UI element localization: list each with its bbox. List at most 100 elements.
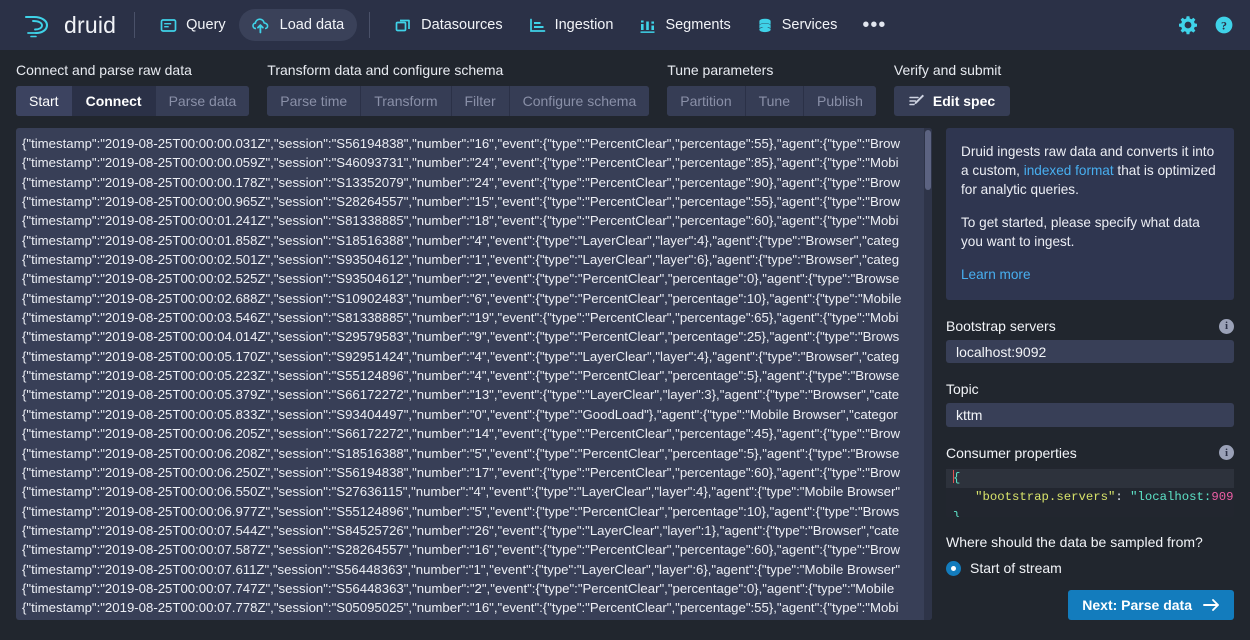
datasources-icon	[395, 17, 412, 34]
step-button-parse-time[interactable]: Parse time	[267, 86, 361, 116]
help-icon[interactable]: ?	[1214, 15, 1234, 35]
consumer-code-open-brace: {	[953, 471, 960, 485]
raw-data-line: {"timestamp":"2019-08-25T00:00:06.208Z",…	[22, 444, 932, 463]
side-panel: Druid ingests raw data and converts it i…	[946, 128, 1234, 620]
consumer-code-close-brace: }	[953, 510, 960, 518]
arrow-right-icon	[1203, 598, 1220, 612]
step-button-tune[interactable]: Tune	[746, 86, 804, 116]
learn-more-link[interactable]: Learn more	[961, 267, 1031, 282]
brand-name: druid	[64, 12, 116, 39]
nav-label-datasources: Datasources	[421, 17, 502, 33]
main-content: {"timestamp":"2019-08-25T00:00:00.031Z",…	[0, 116, 1250, 620]
bootstrap-servers-info-icon[interactable]: i	[1219, 319, 1234, 334]
step-button-filter[interactable]: Filter	[452, 86, 510, 116]
step-group-title-tune: Tune parameters	[667, 62, 876, 78]
step-navigation: Connect and parse raw data Start Connect…	[0, 50, 1250, 116]
raw-data-line: {"timestamp":"2019-08-25T00:00:01.241Z",…	[22, 211, 932, 230]
raw-data-line: {"timestamp":"2019-08-25T00:00:05.379Z",…	[22, 385, 932, 404]
nav-more-button[interactable]: •••	[850, 15, 898, 35]
indexed-format-link[interactable]: indexed format	[1024, 163, 1114, 178]
step-button-parse-data[interactable]: Parse data	[156, 86, 250, 116]
ingestion-icon	[529, 17, 546, 34]
step-group-connect: Connect and parse raw data Start Connect…	[16, 62, 249, 116]
consumer-properties-label: Consumer properties	[946, 445, 1077, 461]
svg-text:?: ?	[1221, 18, 1227, 32]
druid-logo-icon	[22, 12, 56, 38]
step-buttons-tune: Partition Tune Publish	[667, 86, 876, 116]
nav-label-segments: Segments	[665, 17, 730, 33]
segments-icon	[639, 17, 656, 34]
raw-data-line: {"timestamp":"2019-08-25T00:00:05.223Z",…	[22, 366, 932, 385]
raw-data-line: {"timestamp":"2019-08-25T00:00:00.178Z",…	[22, 173, 932, 192]
step-group-verify: Verify and submit Edit spec	[894, 62, 1010, 116]
raw-data-line: {"timestamp":"2019-08-25T00:00:00.031Z",…	[22, 134, 932, 153]
step-button-edit-spec[interactable]: Edit spec	[894, 86, 1010, 116]
raw-data-line: {"timestamp":"2019-08-25T00:00:02.501Z",…	[22, 250, 932, 269]
raw-data-lines: {"timestamp":"2019-08-25T00:00:00.031Z",…	[16, 128, 932, 620]
raw-data-line: {"timestamp":"2019-08-25T00:00:07.747Z",…	[22, 579, 932, 598]
consumer-code-line-2: "bootstrap.servers": "localhost:9092"	[946, 488, 1234, 507]
raw-data-scrollbar[interactable]	[924, 128, 932, 620]
radio-start-of-stream-label: Start of stream	[970, 560, 1062, 576]
next-button-row: Next: Parse data	[946, 590, 1234, 620]
step-button-connect[interactable]: Connect	[73, 86, 156, 116]
raw-data-line: {"timestamp":"2019-08-25T00:00:00.965Z",…	[22, 192, 932, 211]
nav-divider-1	[134, 12, 135, 38]
step-group-title-connect: Connect and parse raw data	[16, 62, 249, 78]
nav-item-ingestion[interactable]: Ingestion	[516, 9, 627, 41]
raw-data-line: {"timestamp":"2019-08-25T00:00:05.833Z",…	[22, 405, 932, 424]
nav-item-load-data[interactable]: Load data	[239, 9, 358, 41]
nav-item-services[interactable]: Services	[744, 9, 851, 41]
radio-start-of-stream[interactable]: Start of stream	[946, 560, 1234, 576]
raw-data-panel[interactable]: {"timestamp":"2019-08-25T00:00:00.031Z",…	[16, 128, 932, 620]
navbar-right-actions: ?	[1178, 15, 1234, 35]
raw-data-line: {"timestamp":"2019-08-25T00:00:01.858Z",…	[22, 231, 932, 250]
next-parse-data-button[interactable]: Next: Parse data	[1068, 590, 1234, 620]
query-icon	[160, 17, 177, 34]
raw-data-line: {"timestamp":"2019-08-25T00:00:06.250Z",…	[22, 463, 932, 482]
nav-group-right: Datasources Ingestion Segments Services …	[382, 9, 898, 41]
nav-item-segments[interactable]: Segments	[626, 9, 743, 41]
next-parse-data-label: Next: Parse data	[1082, 597, 1192, 613]
raw-data-line: {"timestamp":"2019-08-25T00:00:03.546Z",…	[22, 308, 932, 327]
step-button-start[interactable]: Start	[16, 86, 73, 116]
consumer-properties-editor[interactable]: { "bootstrap.servers": "localhost:9092" …	[946, 467, 1234, 517]
step-group-title-verify: Verify and submit	[894, 62, 1010, 78]
nav-label-query: Query	[186, 17, 226, 33]
raw-data-line: {"timestamp":"2019-08-25T00:00:07.544Z",…	[22, 521, 932, 540]
raw-data-scrollbar-thumb[interactable]	[925, 130, 931, 190]
topic-label-row: Topic	[946, 381, 1234, 397]
raw-data-line: {"timestamp":"2019-08-25T00:00:02.688Z",…	[22, 289, 932, 308]
step-button-configure-schema[interactable]: Configure schema	[510, 86, 650, 116]
step-group-transform: Transform data and configure schema Pars…	[267, 62, 649, 116]
info-card: Druid ingests raw data and converts it i…	[946, 128, 1234, 300]
nav-item-datasources[interactable]: Datasources	[382, 9, 515, 41]
raw-data-line: {"timestamp":"2019-08-25T00:00:07.611Z",…	[22, 560, 932, 579]
raw-data-line: {"timestamp":"2019-08-25T00:00:06.550Z",…	[22, 482, 932, 501]
step-button-publish[interactable]: Publish	[804, 86, 876, 116]
nav-label-load-data: Load data	[280, 17, 345, 33]
consumer-properties-info-icon[interactable]: i	[1219, 445, 1234, 460]
consumer-properties-label-row: Consumer properties i	[946, 445, 1234, 461]
brand-logo-group[interactable]: druid	[14, 12, 122, 39]
raw-data-line: {"timestamp":"2019-08-25T00:00:05.170Z",…	[22, 347, 932, 366]
step-button-transform[interactable]: Transform	[361, 86, 451, 116]
radio-button-icon[interactable]	[946, 561, 961, 576]
consumer-code-colon: :	[1115, 490, 1130, 504]
consumer-code-line-3: }	[946, 508, 1234, 518]
step-buttons-connect: Start Connect Parse data	[16, 86, 249, 116]
nav-item-query[interactable]: Query	[147, 9, 239, 41]
bootstrap-servers-label-row: Bootstrap servers i	[946, 318, 1234, 334]
raw-data-line: {"timestamp":"2019-08-25T00:00:07.778Z",…	[22, 598, 932, 617]
topic-label: Topic	[946, 381, 979, 397]
step-button-partition[interactable]: Partition	[667, 86, 745, 116]
step-button-edit-spec-label: Edit spec	[933, 93, 995, 109]
topic-input[interactable]	[946, 403, 1234, 426]
consumer-code-line-1: {	[946, 469, 1234, 488]
consumer-code-value-port: 9092	[1211, 490, 1234, 504]
raw-data-line: {"timestamp":"2019-08-25T00:00:07.587Z",…	[22, 540, 932, 559]
gear-icon[interactable]	[1178, 15, 1198, 35]
bootstrap-servers-input[interactable]	[946, 340, 1234, 363]
services-icon	[757, 17, 773, 34]
top-navbar: druid Query Load data Datasources	[0, 0, 1250, 50]
